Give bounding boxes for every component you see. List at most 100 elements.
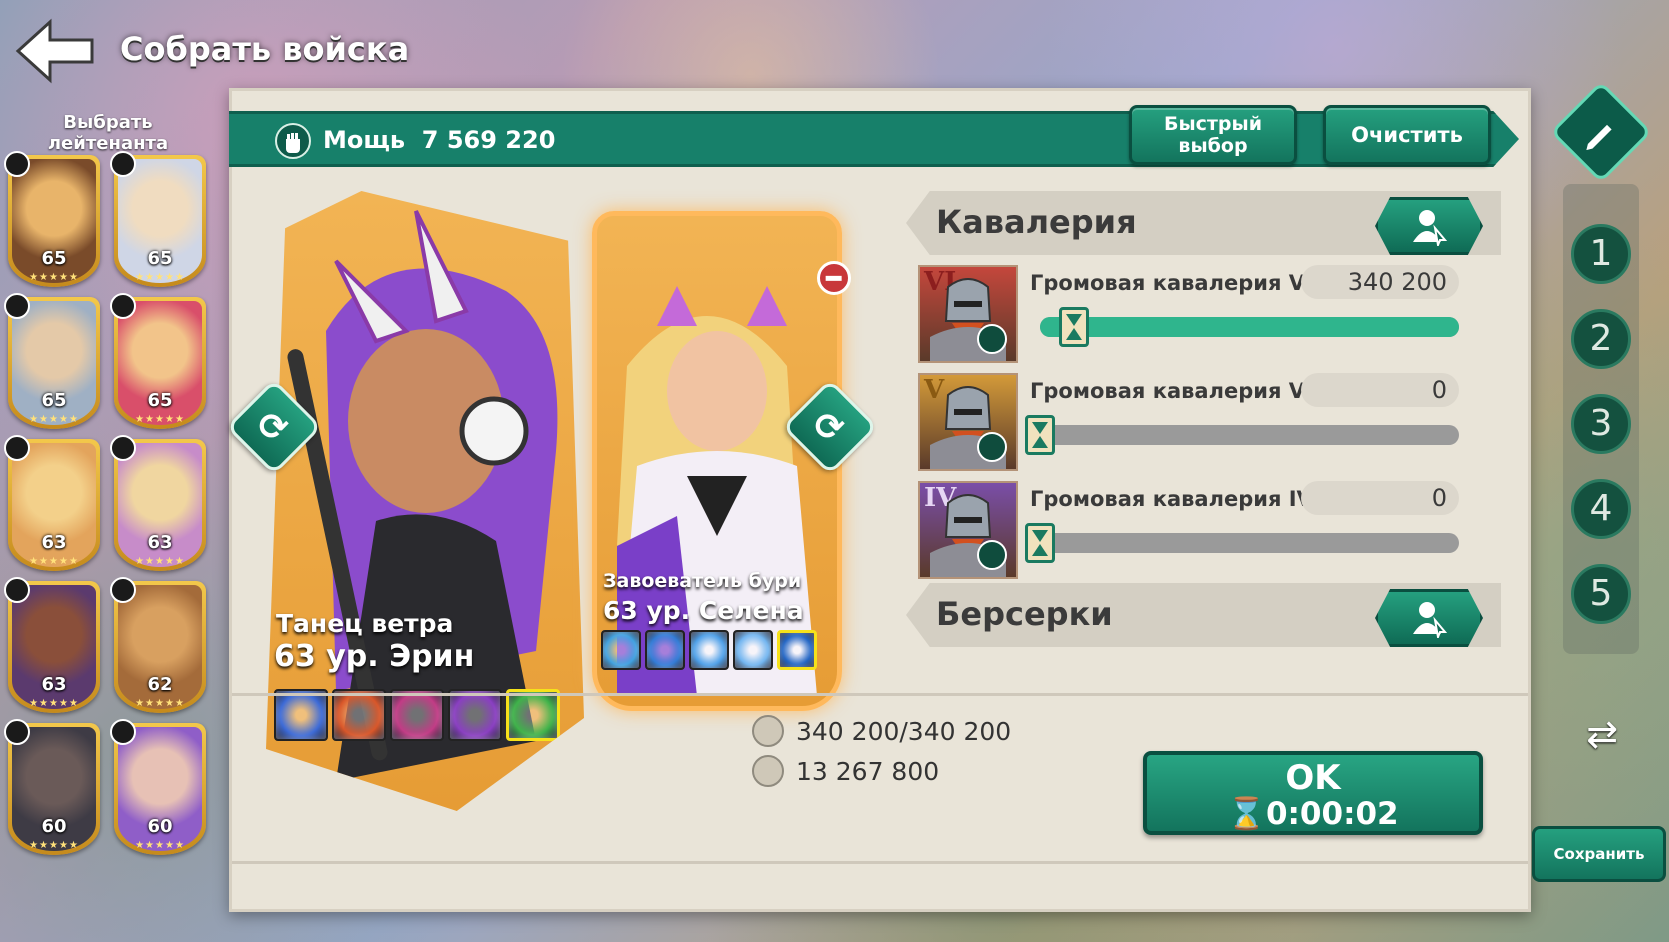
- refresh-icon: ⟳: [258, 406, 290, 448]
- class-icon: [110, 577, 136, 603]
- class-icon: [4, 719, 30, 745]
- clear-button[interactable]: Очистить: [1323, 105, 1491, 165]
- slider-handle[interactable]: [1025, 415, 1055, 455]
- lieutenant-portrait[interactable]: 65 ★★★★★: [4, 151, 100, 287]
- lieutenant-portrait[interactable]: 63 ★★★★★: [4, 435, 100, 571]
- lieutenant-list: 65 ★★★★★ 65 ★★★★★ 65 ★★★★★ 65 ★★★★★ 63 ★★★★★ 63 ★★★…: [4, 151, 208, 865]
- skill-icon[interactable]: [506, 689, 560, 741]
- class-icon: [110, 293, 136, 319]
- hourglass-icon: ⌛: [1227, 796, 1266, 832]
- section-cavalry: Кавалерия: [906, 191, 1501, 255]
- swap-arrows-icon[interactable]: ⇄: [1582, 712, 1622, 756]
- slider-handle[interactable]: [1058, 307, 1089, 347]
- skill-icon[interactable]: [448, 689, 502, 741]
- refresh-icon: ⟳: [814, 406, 846, 448]
- hero-name: 63 ур. Селена: [603, 596, 804, 625]
- power-value: 7 569 220: [421, 126, 556, 154]
- hero-card-commander[interactable]: Танец ветра 63 ур. Эрин: [266, 191, 584, 811]
- troop-slider[interactable]: [1040, 307, 1459, 347]
- skill-list: [274, 689, 560, 741]
- header: Собрать войска: [0, 0, 1669, 100]
- hero-title: Завоеватель бури: [603, 570, 802, 592]
- hero-level: 62: [147, 674, 173, 695]
- star-rating: ★★★★★: [29, 272, 79, 283]
- lieutenant-portrait[interactable]: 62 ★★★★★: [110, 577, 206, 713]
- quick-select-button[interactable]: Быстрый выбор: [1129, 105, 1297, 165]
- skill-icon[interactable]: [689, 630, 729, 670]
- lieutenant-portrait[interactable]: 63 ★★★★★: [110, 435, 206, 571]
- troop-count-input[interactable]: 0: [1301, 481, 1459, 515]
- star-rating: ★★★★★: [135, 840, 185, 851]
- back-arrow-icon[interactable]: [14, 18, 96, 84]
- lieutenant-portrait[interactable]: 65 ★★★★★: [110, 151, 206, 287]
- cart-icon: [752, 755, 784, 787]
- skill-icon[interactable]: [645, 630, 685, 670]
- slider-fill: [1040, 317, 1459, 337]
- troop-name: Громовая кавалерия V: [1030, 379, 1305, 403]
- lieutenant-label: Выбрать лейтенанта: [47, 112, 169, 154]
- class-icon: [4, 577, 30, 603]
- hero-card-lieutenant[interactable]: Завоеватель бури 63 ур. Селена: [592, 211, 842, 711]
- section-berserkers: Берсерки: [906, 583, 1501, 647]
- march-time-value: 0:00:02: [1265, 796, 1399, 832]
- troop-name: Громовая кавалерия VI: [1030, 271, 1313, 295]
- preset-button[interactable]: 1: [1571, 224, 1631, 284]
- skill-icon[interactable]: [274, 689, 328, 741]
- hero-level: 65: [147, 390, 173, 411]
- page-title: Собрать войска: [120, 30, 410, 68]
- auto-fill-cavalry-button[interactable]: [1375, 197, 1483, 255]
- army-panel: Мощь 7 569 220 Быстрый выбор Очистить Та…: [225, 88, 1531, 912]
- auto-fill-berserkers-button[interactable]: [1375, 589, 1483, 647]
- load-capacity-value: 13 267 800: [796, 756, 940, 786]
- troop-capacity-value: 340 200/340 200: [796, 716, 1012, 746]
- star-rating: ★★★★★: [135, 272, 185, 283]
- troop-row: V Громовая кавалерия V 0: [906, 363, 1501, 471]
- hero-level: 65: [41, 390, 67, 411]
- ok-label: OK: [1285, 758, 1341, 798]
- skill-icon[interactable]: [601, 630, 641, 670]
- troop-portrait: V: [918, 373, 1018, 471]
- power-label: Мощь: [323, 126, 406, 154]
- hero-level: 65: [41, 248, 67, 269]
- troop-count-input[interactable]: 0: [1301, 373, 1459, 407]
- star-rating: ★★★★★: [135, 556, 185, 567]
- skill-icon[interactable]: [390, 689, 444, 741]
- troop-portrait: VI: [918, 265, 1018, 363]
- slider-handle[interactable]: [1025, 523, 1055, 563]
- star-rating: ★★★★★: [135, 698, 185, 709]
- knight-icon: [930, 386, 1007, 469]
- troop-slider[interactable]: [1025, 523, 1459, 563]
- lieutenant-portrait[interactable]: 65 ★★★★★: [4, 293, 100, 429]
- star-rating: ★★★★★: [135, 414, 185, 425]
- save-button[interactable]: Сохранить: [1532, 826, 1666, 882]
- section-title: Берсерки: [936, 595, 1113, 633]
- troop-slider[interactable]: [1025, 415, 1459, 455]
- troop-row: IV Громовая кавалерия IV 0: [906, 471, 1501, 579]
- hero-level: 60: [147, 816, 173, 837]
- star-rating: ★★★★★: [29, 414, 79, 425]
- march-time: ⌛0:00:02: [1147, 797, 1479, 831]
- troop-capacity: 340 200/340 200: [752, 711, 1011, 751]
- troop-count-input[interactable]: 340 200: [1301, 265, 1459, 299]
- knight-icon: [930, 278, 1007, 361]
- ok-button[interactable]: OK ⌛0:00:02: [1143, 751, 1483, 835]
- hero-level: 60: [41, 816, 67, 837]
- hero-level: 63: [147, 532, 173, 553]
- lieutenant-portrait[interactable]: 65 ★★★★★: [110, 293, 206, 429]
- preset-button[interactable]: 5: [1571, 564, 1631, 624]
- troop-row: VI Громовая кавалерия VI 340 200: [906, 255, 1501, 363]
- lieutenant-portrait[interactable]: 63 ★★★★★: [4, 577, 100, 713]
- skill-icon[interactable]: [777, 630, 817, 670]
- hero-level: 65: [147, 248, 173, 269]
- lieutenant-portrait[interactable]: 60 ★★★★★: [4, 719, 100, 855]
- divider: [232, 861, 1528, 864]
- preset-button[interactable]: 3: [1571, 394, 1631, 454]
- lieutenant-portrait[interactable]: 60 ★★★★★: [110, 719, 206, 855]
- preset-button[interactable]: 4: [1571, 479, 1631, 539]
- skill-icon[interactable]: [332, 689, 386, 741]
- hero-title: Танец ветра: [276, 609, 454, 638]
- skill-icon[interactable]: [733, 630, 773, 670]
- preset-button[interactable]: 2: [1571, 309, 1631, 369]
- army-summary: 340 200/340 200 13 267 800: [752, 711, 1011, 791]
- troop-list: Кавалерия VI Громовая кавалерия VI 340 2…: [906, 191, 1501, 647]
